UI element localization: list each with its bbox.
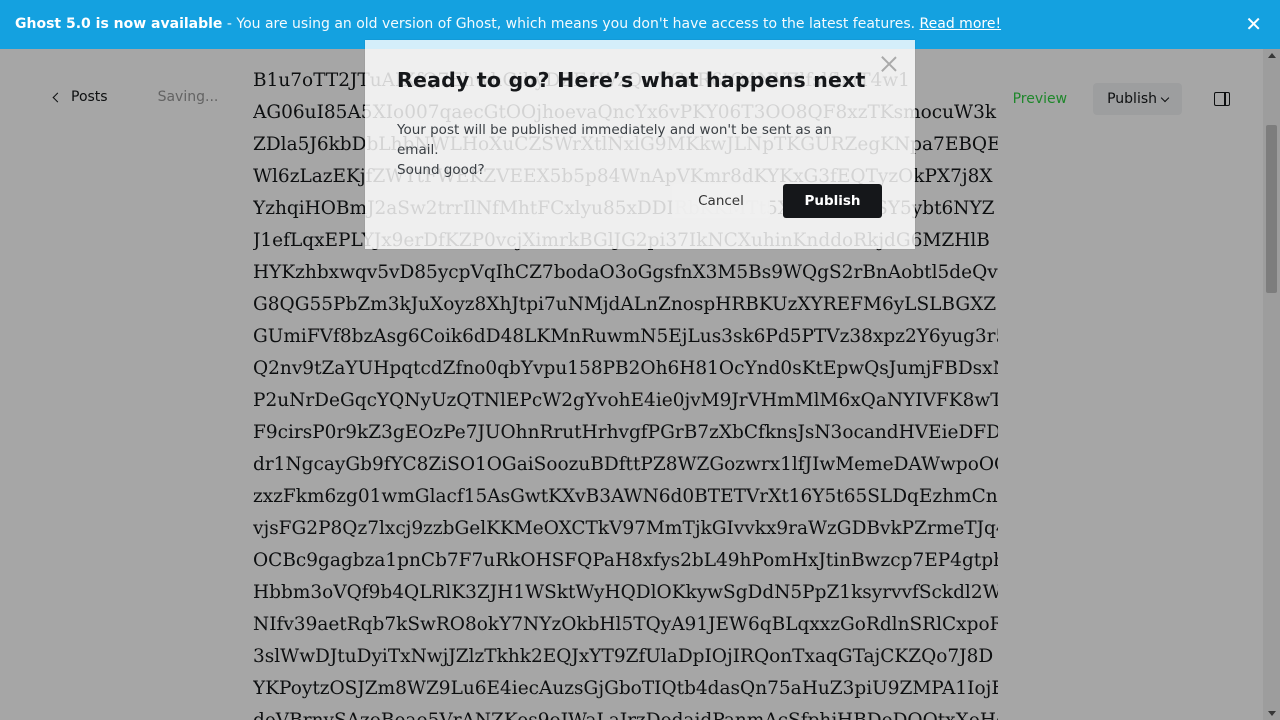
modal-description-line: Your post will be published immediately … — [397, 122, 832, 158]
modal-description: Your post will be published immediately … — [397, 120, 877, 180]
modal-question: Sound good? — [397, 162, 485, 178]
banner-description: - You are using an old version of Ghost,… — [222, 16, 920, 32]
banner-read-more-link[interactable]: Read more! — [920, 16, 1002, 32]
close-icon[interactable]: ✕ — [1245, 0, 1262, 49]
banner-title: Ghost 5.0 is now available — [15, 16, 223, 32]
publish-button[interactable]: Publish — [783, 184, 882, 218]
publish-confirm-modal: Ready to go? Here’s what happens next Yo… — [365, 40, 915, 249]
close-icon[interactable] — [879, 54, 899, 74]
modal-title: Ready to go? Here’s what happens next — [397, 68, 866, 92]
cancel-button[interactable]: Cancel — [672, 184, 770, 218]
